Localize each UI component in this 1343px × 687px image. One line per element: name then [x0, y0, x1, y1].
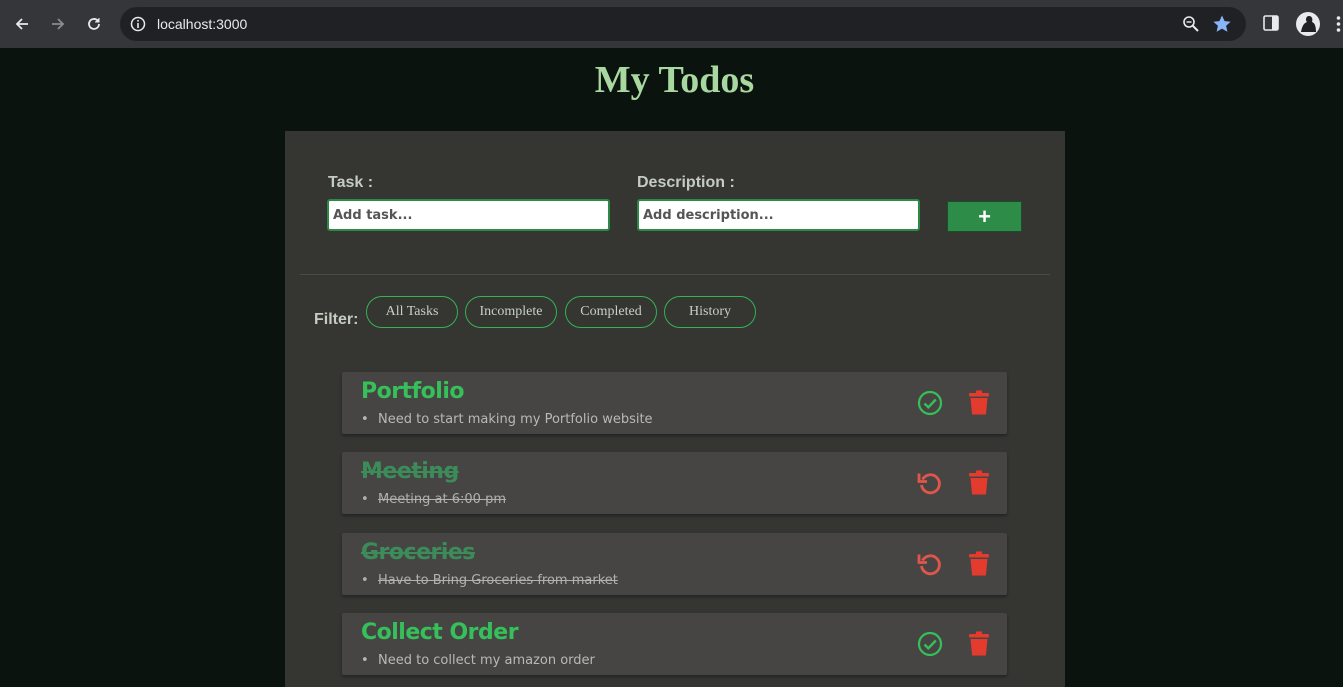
delete-button[interactable] — [965, 469, 993, 497]
todo-title: Groceries — [361, 540, 475, 565]
undo-button[interactable] — [916, 469, 944, 497]
filter-incomplete-button[interactable]: Incomplete — [465, 296, 557, 328]
add-task-button[interactable]: + — [947, 201, 1022, 232]
todo-item: Meeting • Meeting at 6:00 pm — [342, 452, 1007, 514]
todo-title: Collect Order — [361, 620, 519, 645]
url-text[interactable]: localhost:3000 — [157, 16, 247, 32]
delete-button[interactable] — [965, 550, 993, 578]
filter-completed-button[interactable]: Completed — [565, 296, 657, 328]
check-circle-icon — [917, 631, 943, 657]
todo-item: Collect Order • Need to collect my amazon… — [342, 613, 1007, 675]
complete-button[interactable] — [916, 630, 944, 658]
reload-icon — [88, 18, 100, 30]
delete-button[interactable] — [965, 389, 993, 417]
trash-icon — [969, 470, 989, 495]
zoom-icon[interactable] — [1182, 15, 1200, 33]
todo-title: Meeting — [361, 459, 459, 484]
back-arrow-icon — [15, 18, 28, 30]
description-label: Description : — [637, 174, 735, 191]
address-bar[interactable]: localhost:3000 — [120, 7, 1246, 41]
browser-menu-icon[interactable] — [1334, 14, 1343, 34]
browser-toolbar: localhost:3000 — [0, 0, 1343, 48]
filter-label: Filter: — [314, 311, 359, 328]
todo-description: • Need to collect my amazon order — [361, 653, 595, 668]
todo-description: • Need to start making my Portfolio websi… — [361, 412, 653, 427]
description-input[interactable] — [637, 199, 920, 231]
divider — [300, 274, 1050, 275]
task-input[interactable] — [327, 199, 610, 231]
delete-button[interactable] — [965, 630, 993, 658]
page-title: My Todos — [594, 59, 755, 101]
todo-panel: Task : Description : + Filter: All Tasks… — [285, 131, 1065, 687]
avatar-icon — [1301, 16, 1316, 32]
plus-icon: + — [978, 203, 991, 229]
undo-icon — [917, 554, 941, 576]
back-button[interactable] — [10, 12, 34, 36]
filter-all-tasks-button[interactable]: All Tasks — [366, 296, 458, 328]
reload-button[interactable] — [82, 12, 106, 36]
todo-item: Portfolio • Need to start making my Portf… — [342, 372, 1007, 434]
todo-description: • Have to Bring Groceries from market — [361, 573, 618, 588]
todo-item: Groceries • Have to Bring Groceries from … — [342, 533, 1007, 595]
check-circle-icon — [917, 390, 943, 416]
forward-arrow-icon — [52, 18, 65, 30]
trash-icon — [969, 390, 989, 415]
side-panel-icon[interactable] — [1263, 15, 1279, 31]
profile-avatar[interactable] — [1296, 12, 1320, 36]
trash-icon — [969, 631, 989, 656]
trash-icon — [969, 551, 989, 576]
forward-button[interactable] — [46, 12, 70, 36]
bookmark-star-icon[interactable] — [1212, 14, 1232, 34]
todo-description: • Meeting at 6:00 pm — [361, 492, 506, 507]
filter-history-button[interactable]: History — [664, 296, 756, 328]
undo-button[interactable] — [916, 550, 944, 578]
todo-title: Portfolio — [361, 379, 465, 404]
site-info-icon[interactable] — [130, 16, 146, 32]
undo-icon — [917, 473, 941, 495]
complete-button[interactable] — [916, 389, 944, 417]
task-label: Task : — [328, 174, 374, 191]
